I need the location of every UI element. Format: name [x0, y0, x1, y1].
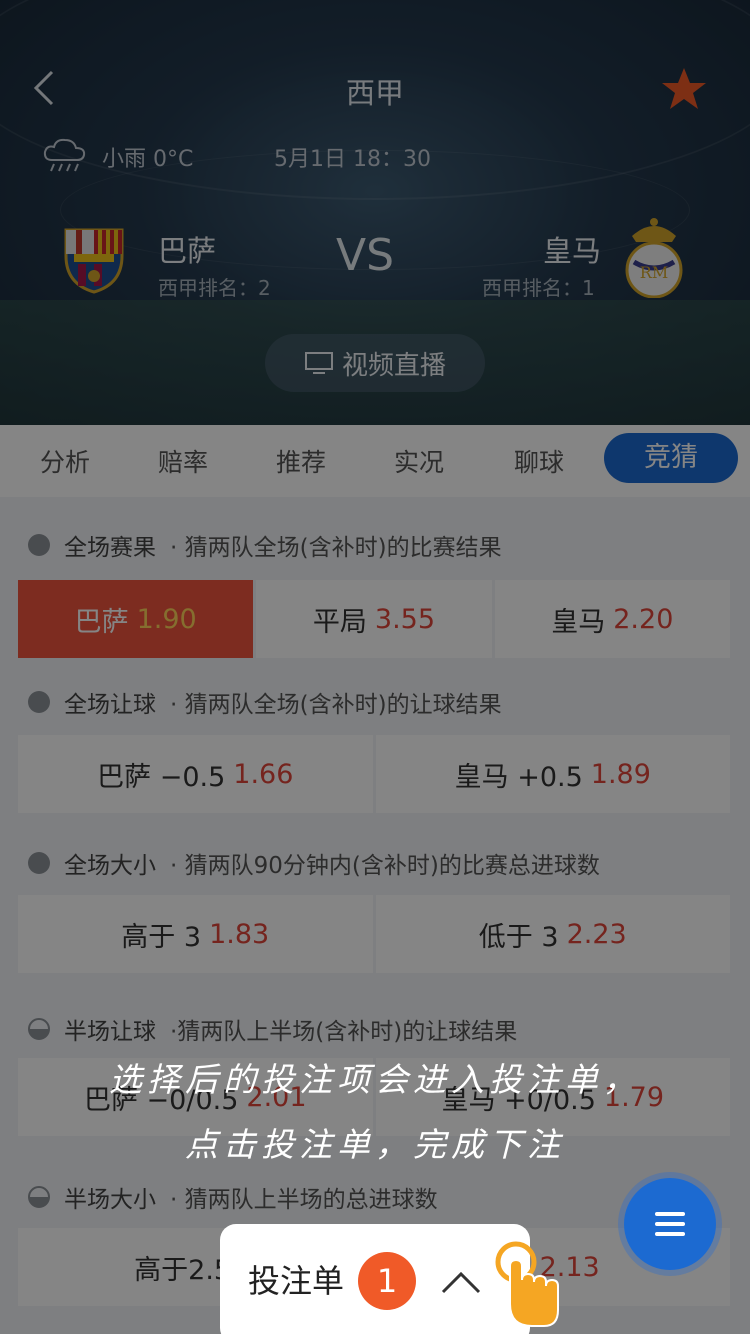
- bet-slip-button[interactable]: 投注单 1: [220, 1224, 530, 1334]
- menu-icon: [655, 1212, 685, 1236]
- chevron-up-icon[interactable]: [440, 1266, 482, 1296]
- guide-text-line1: 选择后的投注项会进入投注单，: [109, 1060, 641, 1099]
- tap-hand-icon: [495, 1241, 559, 1327]
- bet-slip-count-badge: 1: [358, 1252, 417, 1310]
- bet-slip-label: 投注单: [248, 1262, 345, 1300]
- menu-button[interactable]: [624, 1178, 716, 1270]
- guide-text-line2: 点击投注单，完成下注: [185, 1125, 565, 1164]
